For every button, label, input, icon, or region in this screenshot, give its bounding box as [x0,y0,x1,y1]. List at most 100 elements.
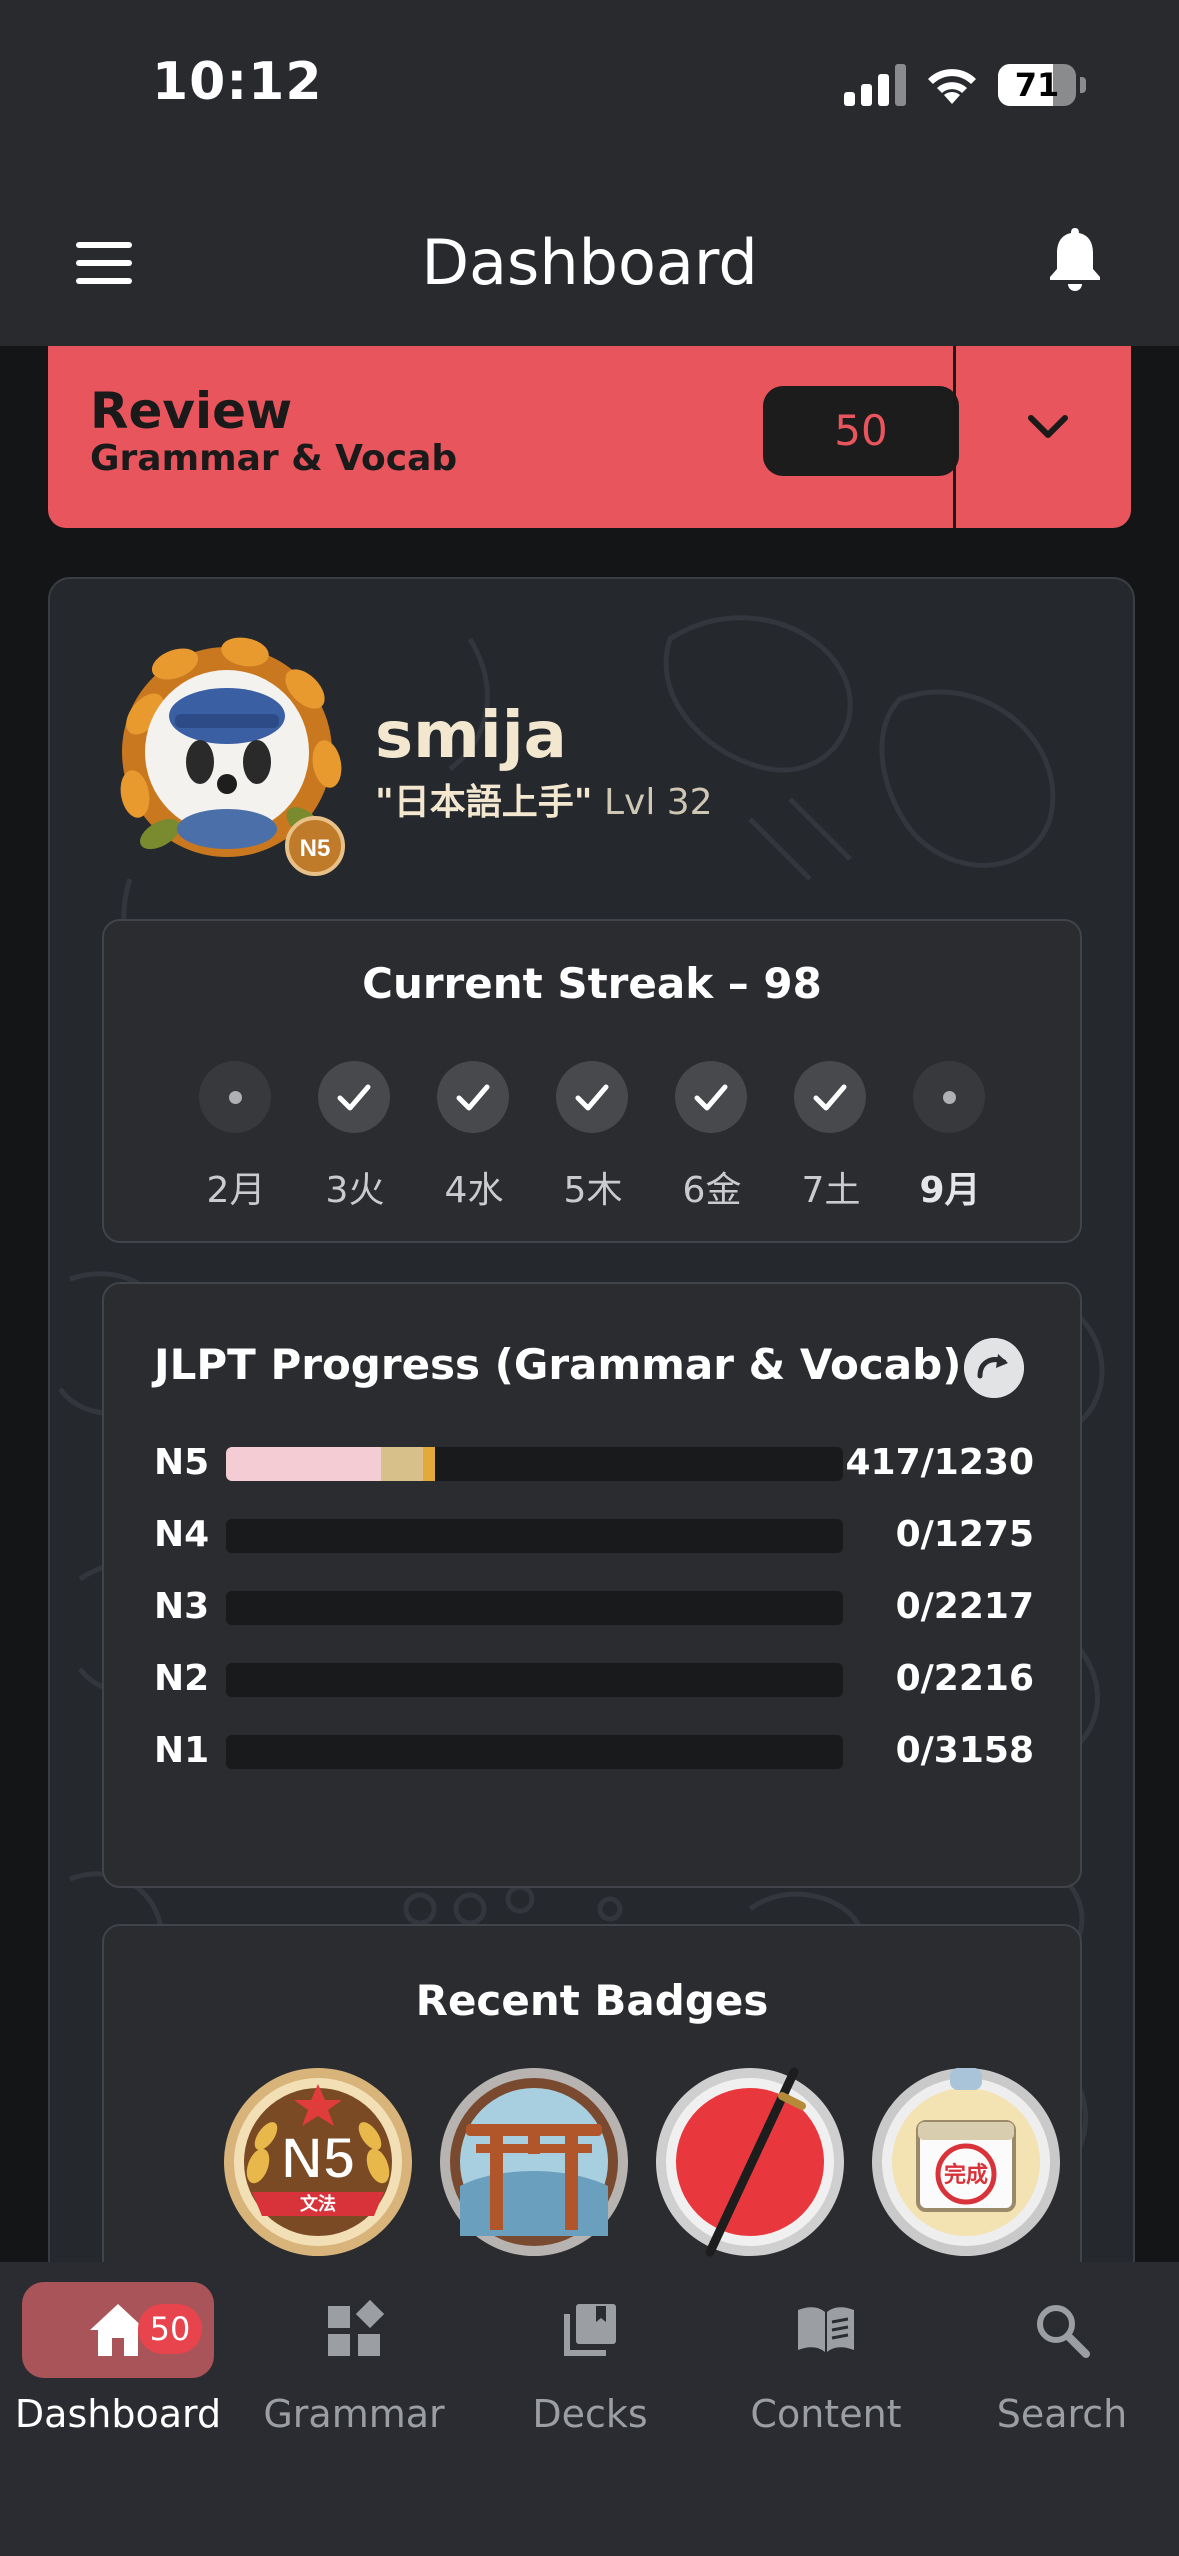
streak-day: 6金 [675,1061,749,1211]
battery-tip [1080,77,1086,93]
search-icon [1037,2305,1090,2358]
completion-badge-text: 完成 [944,2162,988,2188]
bell-icon[interactable] [1046,226,1104,292]
jlpt-level-count: 417/1230 [845,1442,1035,1483]
progress-segment [226,1447,381,1481]
streak-day: 4水 [437,1061,511,1211]
status-time: 10:12 [152,52,323,112]
jlpt-row-n4[interactable]: N4 0/1275 [154,1514,1034,1556]
review-divider [953,346,956,528]
nav-grammar-label: Grammar [263,2392,445,2436]
nav-dashboard-label: Dashboard [14,2392,222,2436]
streak-day-complete [437,1061,509,1133]
streak-day: 5木 [556,1061,630,1211]
completion-badge[interactable]: 完成 [870,2066,1062,2258]
progress-bar [226,1519,843,1553]
jlpt-level-label: N1 [154,1730,210,1771]
avatar[interactable]: N5 [105,634,350,879]
nav-decks-icon-area [494,2282,686,2378]
user-level: Lvl 32 [603,782,713,823]
jlpt-level-count: 0/2216 [895,1658,1034,1699]
review-count-badge: 50 [763,386,959,476]
streak-day-complete [318,1061,390,1133]
jlpt-row-n2[interactable]: N2 0/2216 [154,1658,1034,1700]
review-button[interactable]: Review Grammar & Vocab 50 [48,346,1131,528]
nav-search-label: Search [996,2392,1128,2436]
streak-day-label: 4水 [444,1170,504,1211]
streak-day-label: 7土 [801,1170,861,1211]
review-title: Review [90,382,293,440]
page-title: Dashboard [421,226,758,299]
check-icon [813,1084,847,1111]
nav-decks-label: Decks [532,2392,648,2436]
streak-card: Current Streak – 98 2月 3火 4水 5木 6金 7土 9月 [102,919,1082,1243]
streak-day-label: 9月 [919,1170,981,1211]
n5-grammar-badge[interactable]: N5 文法 [222,2066,414,2258]
nav-dashboard[interactable]: 50 Dashboard [0,2262,236,2462]
check-icon [337,1084,371,1111]
jlpt-level-label: N2 [154,1658,210,1699]
wifi-icon [928,69,976,104]
nav-content-label: Content [750,2392,902,2436]
jlpt-row-n3[interactable]: N3 0/2217 [154,1586,1034,1628]
jlpt-row-n1[interactable]: N1 0/3158 [154,1730,1034,1772]
avatar-level-badge: N5 [300,835,331,862]
jlpt-row-n5[interactable]: N5 417/1230 [154,1442,1034,1484]
streak-day: 9月 [913,1061,987,1211]
bottom-nav: 50 Dashboard Grammar Decks Content Searc… [0,2262,1179,2556]
user-title-text: "日本語上手" [375,782,593,823]
dot-icon [943,1091,956,1104]
streak-day-label: 2月 [206,1170,266,1211]
nav-search-icon-area [966,2282,1158,2378]
book-icon [798,2307,854,2352]
check-icon [456,1084,490,1111]
progress-segment [380,1447,423,1481]
streak-day: 3火 [318,1061,392,1211]
n5-badge-text: N5 [281,2126,355,2191]
username: smija [375,699,567,773]
streak-day-complete [556,1061,628,1133]
signal-icon [844,64,906,106]
dashboard-card: N5 smija "日本語上手" Lvl 32 Current Streak –… [48,577,1135,2381]
jlpt-level-label: N4 [154,1514,210,1555]
jlpt-level-label: N3 [154,1586,210,1627]
streak-day: 2月 [199,1061,273,1211]
jlpt-level-count: 0/3158 [895,1730,1034,1771]
progress-segment [422,1447,436,1481]
decks-icon [564,2304,616,2356]
refresh-icon[interactable] [964,1338,1024,1398]
jlpt-level-count: 0/1275 [895,1514,1034,1555]
nav-content-icon-area [730,2282,922,2378]
streak-day: 7土 [794,1061,868,1211]
nav-content[interactable]: Content [708,2262,944,2462]
chevron-down-icon[interactable] [1023,408,1073,448]
streak-day-pending [199,1061,271,1133]
streak-day-label: 5木 [563,1170,623,1211]
progress-bar [226,1735,843,1769]
streak-day-label: 6金 [682,1170,742,1211]
app-bar: Dashboard [0,180,1179,346]
nav-search[interactable]: Search [944,2262,1179,2462]
nav-grammar-icon-area [258,2282,450,2378]
nav-dashboard-badge: 50 [138,2304,202,2354]
streak-day-complete [675,1061,747,1133]
nav-dashboard-highlight: 50 [22,2282,214,2378]
streak-title: Current Streak – 98 [362,959,822,1008]
jlpt-level-count: 0/2217 [895,1586,1034,1627]
katana-badge[interactable] [654,2066,846,2258]
battery-level: 71 [1014,66,1060,104]
progress-bar [226,1447,843,1481]
progress-bar [226,1591,843,1625]
user-title: "日本語上手" Lvl 32 [375,773,713,825]
jlpt-progress-card: JLPT Progress (Grammar & Vocab) N5 417/12… [102,1282,1082,1888]
recent-badges-title: Recent Badges [415,1976,769,2025]
review-subtitle: Grammar & Vocab [90,438,458,479]
torii-gate-badge[interactable] [438,2066,630,2258]
nav-grammar[interactable]: Grammar [236,2262,472,2462]
jlpt-progress-title: JLPT Progress (Grammar & Vocab) [154,1340,962,1389]
nav-decks[interactable]: Decks [472,2262,708,2462]
streak-day-pending [913,1061,985,1133]
battery-indicator: 71 [998,64,1076,106]
dot-icon [229,1091,242,1104]
grammar-blocks-icon [328,2300,384,2356]
